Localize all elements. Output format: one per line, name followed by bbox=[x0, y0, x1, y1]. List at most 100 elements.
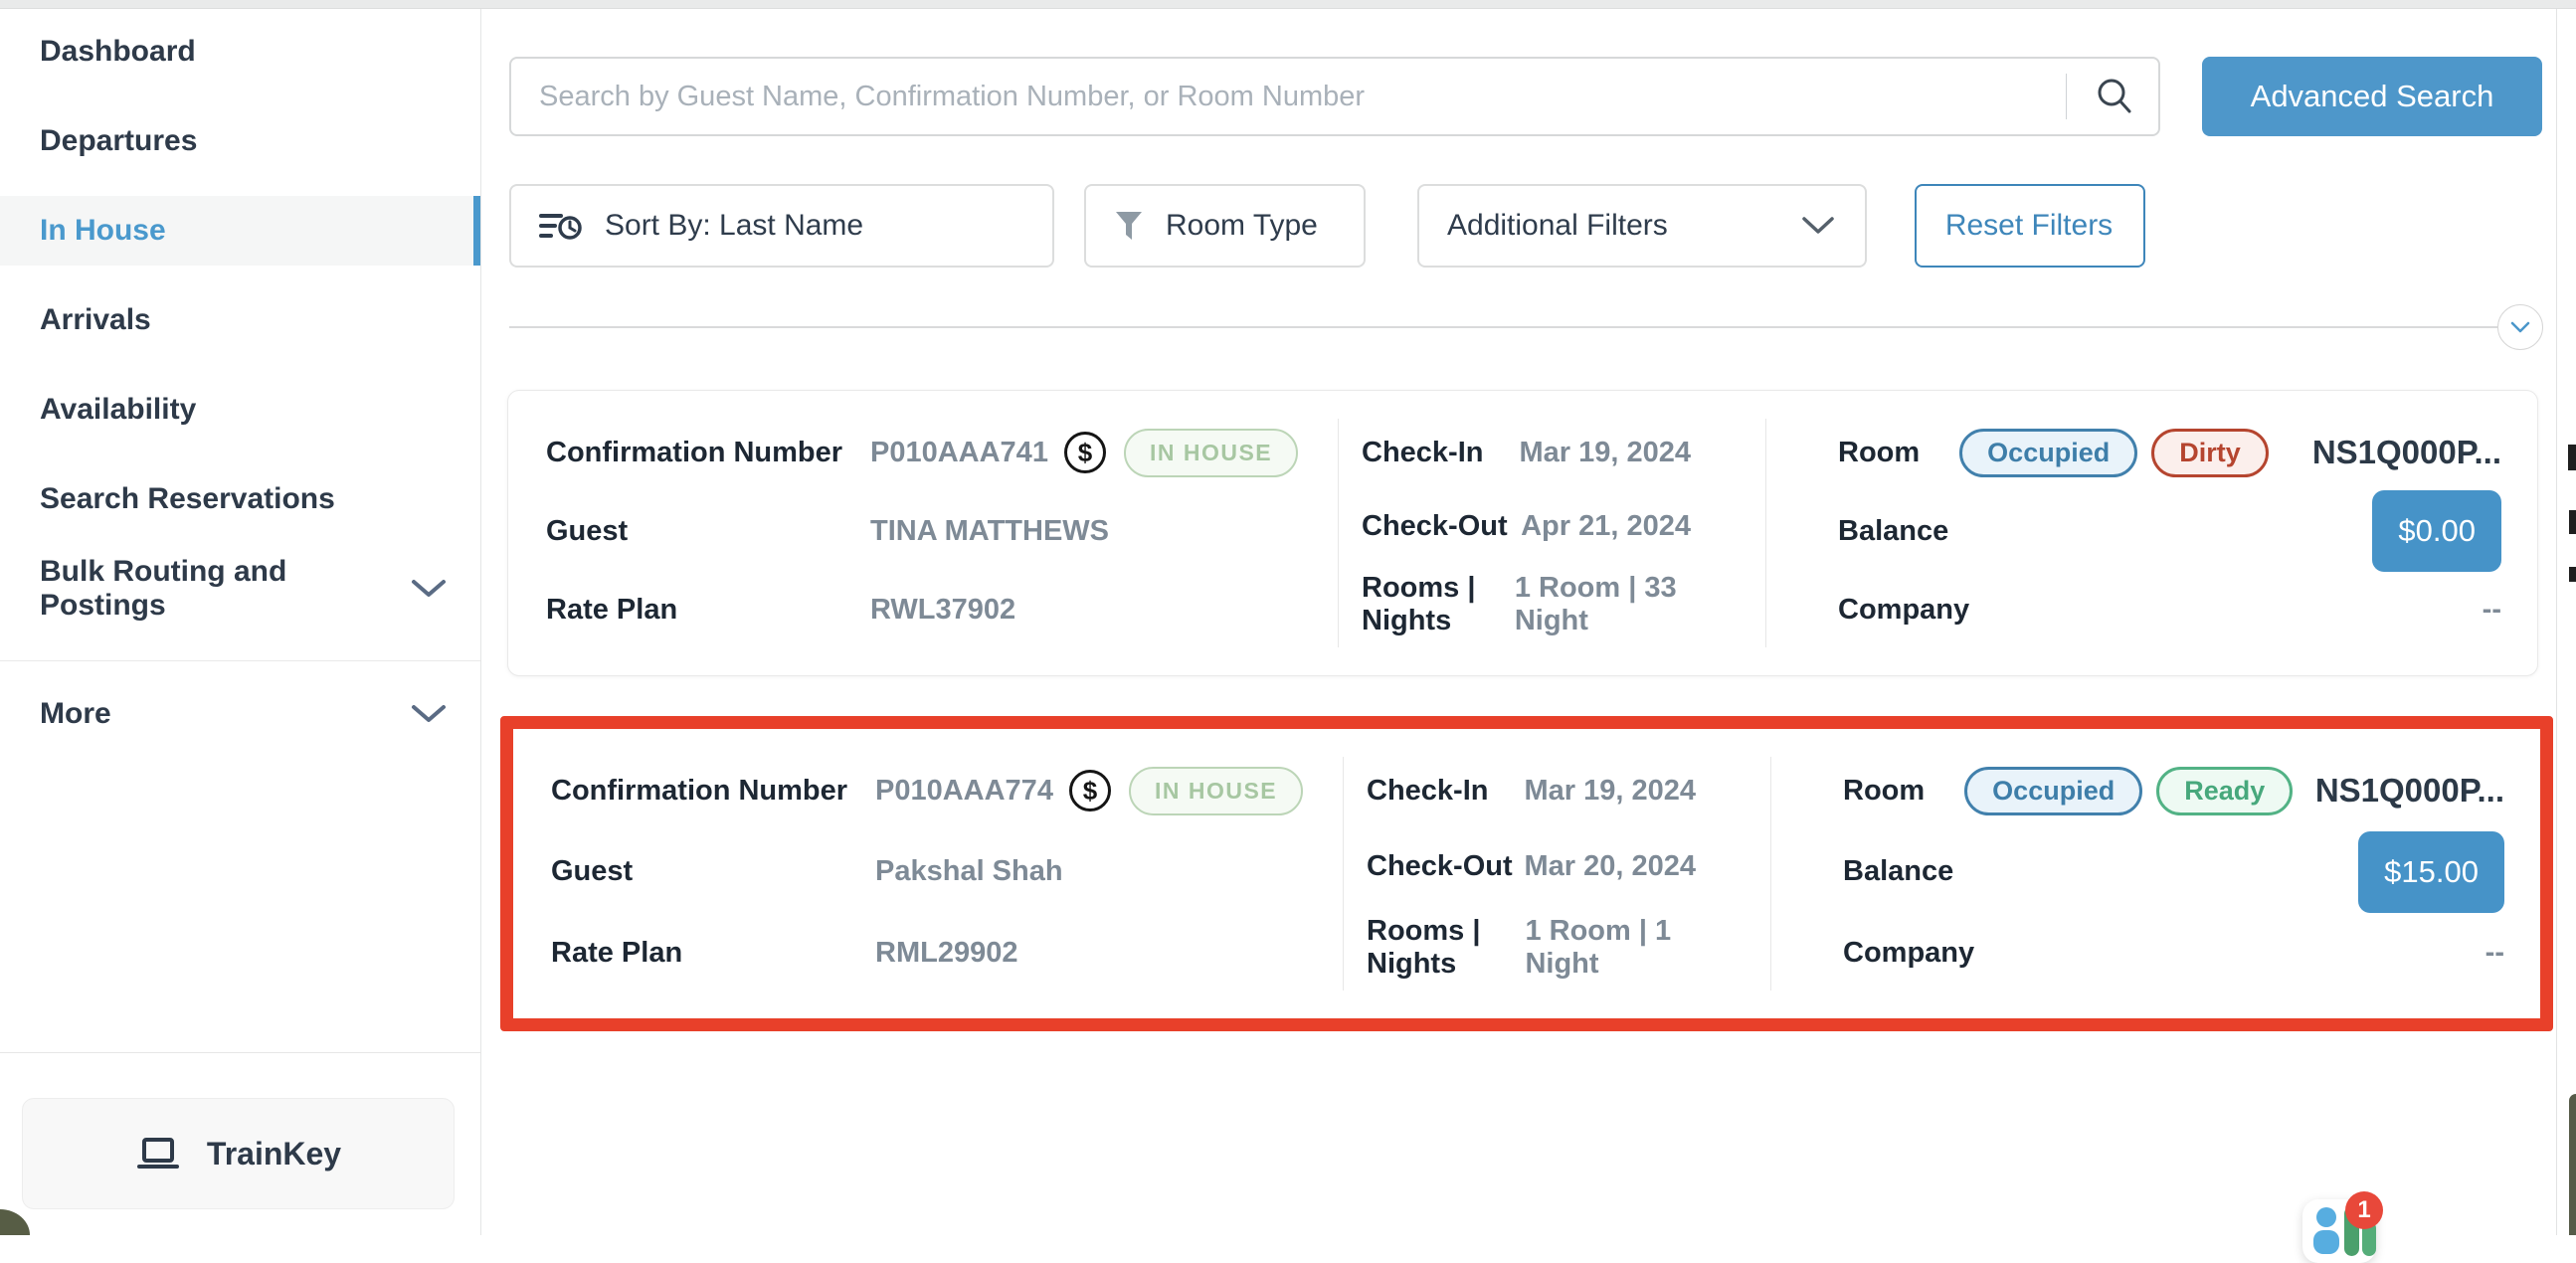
sidebar: Dashboard Departures In House Arrivals A… bbox=[0, 9, 481, 1235]
cutoff-content-artifact bbox=[2568, 445, 2576, 470]
main-content: Advanced Search Sort By: Last Name Room … bbox=[482, 9, 2576, 1235]
chevron-down-icon bbox=[411, 579, 447, 599]
check-in-label: Check-In bbox=[1362, 437, 1483, 469]
dollar-icon[interactable]: $ bbox=[1069, 770, 1111, 812]
room-number: NS1Q000P... bbox=[2312, 434, 2501, 471]
sort-by-label: Sort By: Last Name bbox=[605, 209, 863, 243]
additional-filters-dropdown[interactable]: Additional Filters bbox=[1417, 184, 1867, 268]
card-identity-column: Confirmation Number P010AAA741 $ IN HOUS… bbox=[508, 391, 1338, 675]
sidebar-item-search-reservations[interactable]: Search Reservations bbox=[0, 464, 480, 534]
check-out-row: Check-Out Apr 21, 2024 bbox=[1362, 498, 1691, 554]
sidebar-item-label: Arrivals bbox=[40, 303, 151, 337]
confirmation-number-value: P010AAA741 bbox=[870, 437, 1048, 469]
rate-plan-row: Rate Plan RWL37902 bbox=[546, 582, 1338, 637]
rooms-nights-row: Rooms | Nights 1 Room | 1 Night bbox=[1367, 915, 1696, 981]
status-badge: IN HOUSE bbox=[1124, 429, 1298, 477]
advanced-search-button[interactable]: Advanced Search bbox=[2202, 57, 2542, 136]
confirmation-number-label: Confirmation Number bbox=[546, 437, 870, 469]
status-badge: IN HOUSE bbox=[1129, 767, 1303, 815]
room-label: Room bbox=[1838, 437, 1920, 469]
reset-filters-label: Reset Filters bbox=[1945, 209, 2113, 243]
sidebar-item-dashboard[interactable]: Dashboard bbox=[0, 17, 480, 87]
top-window-strip bbox=[0, 0, 2576, 9]
confirmation-number-value: P010AAA774 bbox=[875, 775, 1053, 808]
search-box bbox=[509, 57, 2160, 136]
guest-value: TINA MATTHEWS bbox=[870, 515, 1109, 548]
check-in-value: Mar 19, 2024 bbox=[1524, 775, 1696, 808]
check-in-value: Mar 19, 2024 bbox=[1519, 437, 1691, 469]
rate-plan-label: Rate Plan bbox=[551, 937, 875, 970]
card-identity-column: Confirmation Number P010AAA774 $ IN HOUS… bbox=[513, 729, 1343, 1018]
occupancy-badge: Occupied bbox=[1964, 767, 2142, 815]
reservation-card[interactable]: Confirmation Number P010AAA741 $ IN HOUS… bbox=[507, 390, 2538, 676]
room-row: Room Occupied Ready NS1Q000P... bbox=[1843, 763, 2504, 818]
cutoff-content-artifact bbox=[2569, 510, 2576, 534]
sidebar-item-arrivals[interactable]: Arrivals bbox=[0, 285, 480, 355]
sidebar-item-in-house[interactable]: In House bbox=[0, 196, 480, 266]
guest-row: Guest TINA MATTHEWS bbox=[546, 503, 1338, 559]
highlight-annotation: Confirmation Number P010AAA774 $ IN HOUS… bbox=[500, 716, 2553, 1031]
rate-plan-value: RML29902 bbox=[875, 937, 1017, 970]
room-type-label: Room Type bbox=[1166, 209, 1318, 243]
sidebar-item-more[interactable]: More bbox=[0, 679, 480, 749]
check-in-row: Check-In Mar 19, 2024 bbox=[1367, 763, 1696, 818]
rate-plan-value: RWL37902 bbox=[870, 594, 1015, 627]
housekeeping-badge: Ready bbox=[2156, 767, 2293, 815]
dollar-icon[interactable]: $ bbox=[1064, 432, 1106, 473]
confirmation-row: Confirmation Number P010AAA741 $ IN HOUS… bbox=[546, 425, 1338, 480]
confirmation-number-label: Confirmation Number bbox=[551, 775, 875, 808]
rooms-nights-label: Rooms | Nights bbox=[1367, 915, 1525, 981]
rooms-nights-label: Rooms | Nights bbox=[1362, 572, 1515, 637]
balance-label: Balance bbox=[1838, 515, 1948, 548]
trainkey-button[interactable]: TrainKey bbox=[22, 1098, 455, 1209]
check-out-value: Mar 20, 2024 bbox=[1524, 850, 1696, 883]
trainkey-label: TrainKey bbox=[207, 1136, 341, 1173]
check-in-row: Check-In Mar 19, 2024 bbox=[1362, 425, 1691, 480]
card-dates-column: Check-In Mar 19, 2024 Check-Out Mar 20, … bbox=[1344, 729, 1770, 1018]
rate-plan-label: Rate Plan bbox=[546, 594, 870, 627]
cutoff-content-artifact bbox=[2569, 567, 2576, 582]
sidebar-item-bulk-routing[interactable]: Bulk Routing and Postings bbox=[0, 554, 480, 624]
card-room-column: Room Occupied Ready NS1Q000P... Balance … bbox=[1771, 729, 2540, 1018]
company-value: -- bbox=[2485, 937, 2504, 970]
check-out-label: Check-Out bbox=[1362, 510, 1508, 543]
search-icon[interactable] bbox=[2095, 77, 2134, 116]
sort-by-button[interactable]: Sort By: Last Name bbox=[509, 184, 1054, 268]
rooms-nights-row: Rooms | Nights 1 Room | 33 Night bbox=[1362, 572, 1691, 637]
right-panel-edge bbox=[2556, 9, 2557, 1235]
guest-value: Pakshal Shah bbox=[875, 855, 1063, 888]
sidebar-item-label: Departures bbox=[40, 124, 197, 158]
sidebar-item-label: Bulk Routing and Postings bbox=[40, 555, 411, 623]
guest-label: Guest bbox=[546, 515, 870, 548]
room-label: Room bbox=[1843, 775, 1925, 808]
collapse-toggle[interactable] bbox=[2497, 304, 2543, 350]
company-row: Company -- bbox=[1838, 582, 2501, 637]
company-label: Company bbox=[1843, 937, 1974, 970]
sidebar-nav: Dashboard Departures In House Arrivals A… bbox=[0, 9, 480, 769]
notification-badge: 1 bbox=[2345, 1191, 2383, 1229]
search-input[interactable] bbox=[539, 81, 2056, 113]
sidebar-item-availability[interactable]: Availability bbox=[0, 375, 480, 445]
reset-filters-button[interactable]: Reset Filters bbox=[1915, 184, 2145, 268]
card-dates-column: Check-In Mar 19, 2024 Check-Out Apr 21, … bbox=[1339, 391, 1765, 675]
sidebar-divider bbox=[0, 660, 480, 661]
balance-button[interactable]: $15.00 bbox=[2358, 831, 2504, 913]
search-divider bbox=[2066, 74, 2067, 119]
confirmation-row: Confirmation Number P010AAA774 $ IN HOUS… bbox=[551, 763, 1343, 818]
laptop-icon bbox=[135, 1137, 181, 1171]
housekeeping-badge: Dirty bbox=[2151, 429, 2269, 477]
sidebar-item-label: Dashboard bbox=[40, 35, 196, 69]
reservation-card[interactable]: Confirmation Number P010AAA774 $ IN HOUS… bbox=[513, 729, 2540, 1018]
sidebar-item-label: Search Reservations bbox=[40, 482, 335, 516]
section-divider bbox=[509, 326, 2500, 328]
chevron-down-icon bbox=[1801, 216, 1835, 236]
check-out-row: Check-Out Mar 20, 2024 bbox=[1367, 839, 1696, 895]
room-type-filter-button[interactable]: Room Type bbox=[1084, 184, 1366, 268]
sort-icon bbox=[539, 208, 583, 244]
rooms-nights-value: 1 Room | 1 Night bbox=[1525, 915, 1696, 981]
company-value: -- bbox=[2483, 594, 2501, 627]
balance-button[interactable]: $0.00 bbox=[2372, 490, 2501, 572]
sidebar-item-departures[interactable]: Departures bbox=[0, 106, 480, 176]
right-edge-artifact bbox=[2569, 1094, 2576, 1235]
company-label: Company bbox=[1838, 594, 1969, 627]
